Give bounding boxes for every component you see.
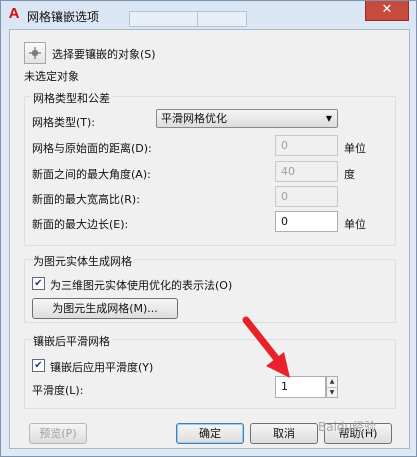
watermark: Baidu经验 xyxy=(318,420,377,434)
annotation-arrow-icon xyxy=(242,316,290,378)
